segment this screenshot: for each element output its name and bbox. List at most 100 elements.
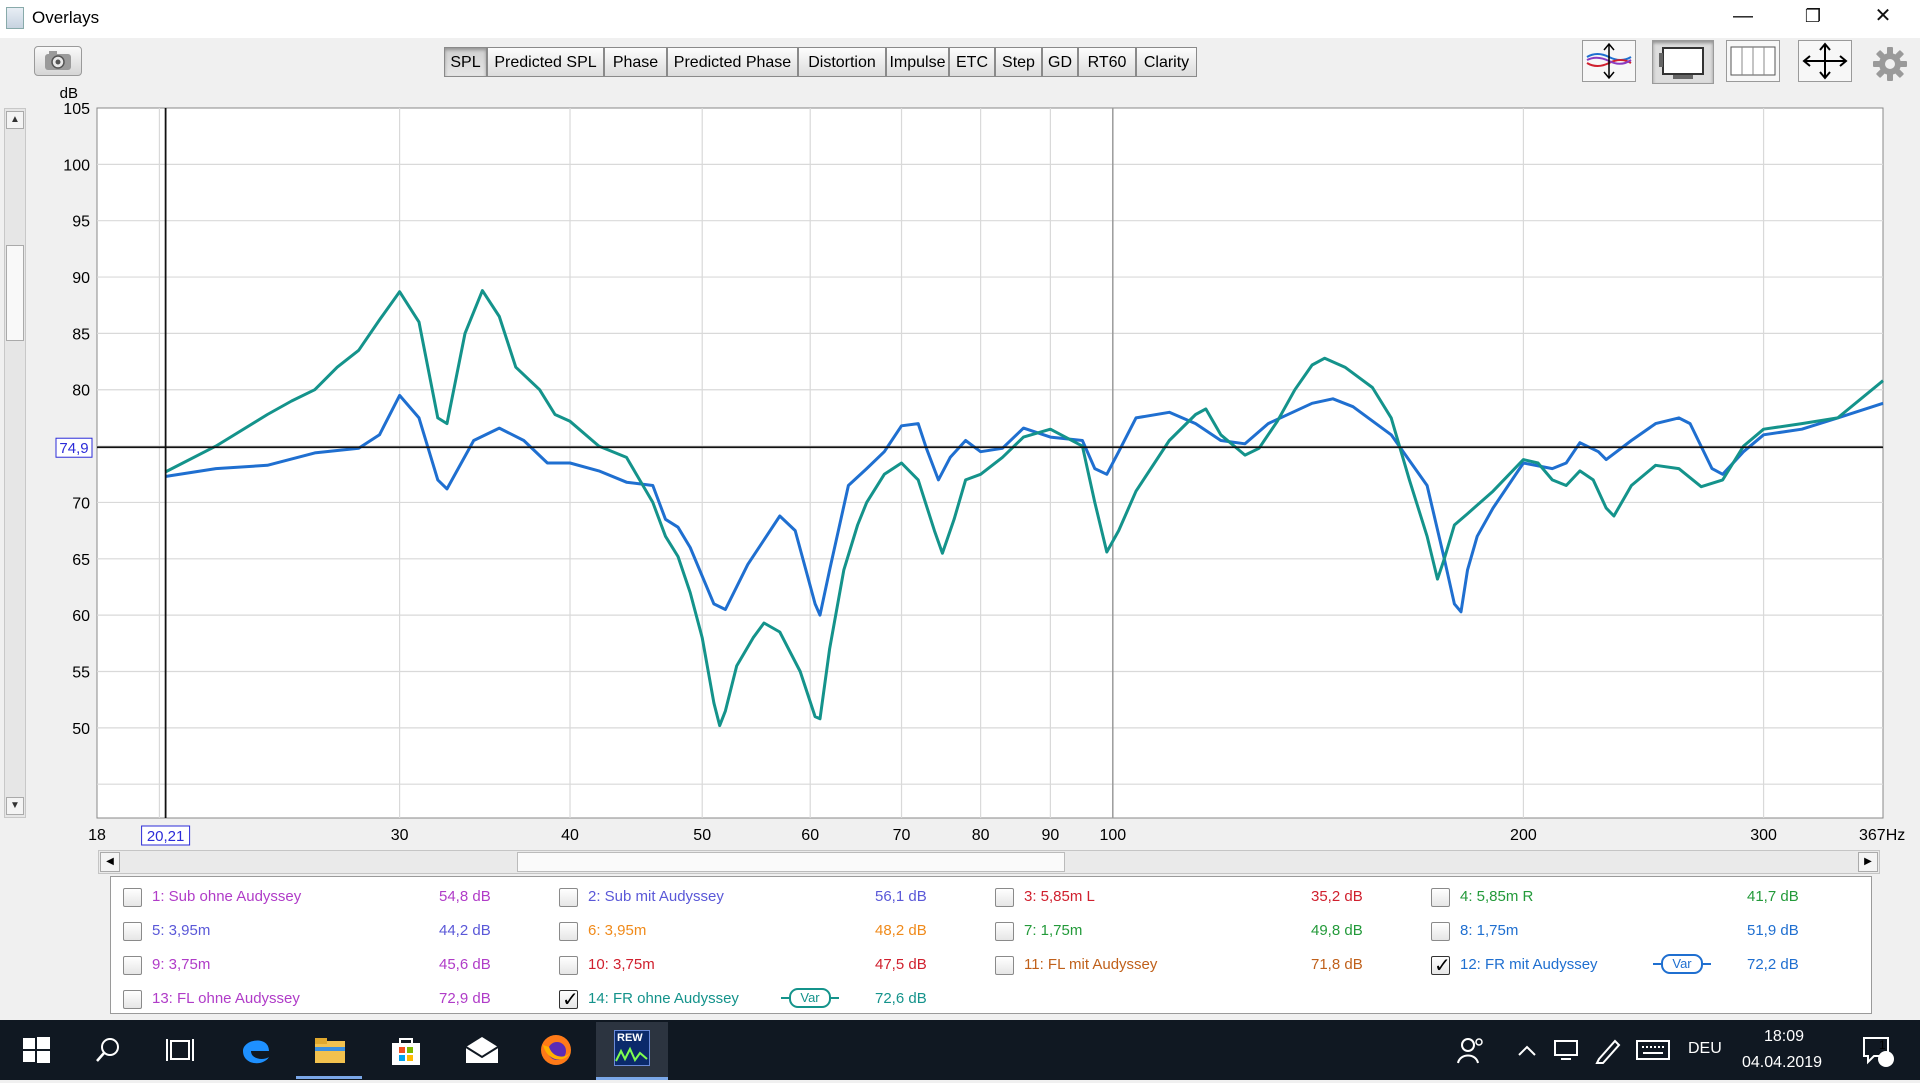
mail-button[interactable]	[452, 1026, 512, 1074]
x-tick-label: 70	[893, 827, 911, 844]
keyboard-button[interactable]	[1630, 1026, 1676, 1074]
legend-checkbox[interactable]	[1431, 888, 1450, 907]
legend-item[interactable]: 9: 3,75m 45,6 dB	[117, 951, 547, 981]
language-indicator[interactable]: DEU	[1688, 1040, 1722, 1058]
rew-taskbar-button[interactable]: REW	[596, 1022, 668, 1080]
legend-checkbox[interactable]	[1431, 922, 1450, 941]
rew-wave-icon	[615, 1046, 648, 1062]
action-center-button[interactable]: 1	[1852, 1026, 1902, 1074]
x-tick-label: 80	[972, 827, 990, 844]
legend-label: 9: 3,75m	[152, 956, 211, 973]
variation-button[interactable]: Var	[1653, 954, 1711, 974]
mail-icon	[465, 1037, 499, 1063]
task-view-button[interactable]	[150, 1026, 210, 1074]
legend-checkbox[interactable]	[995, 922, 1014, 941]
pen-button[interactable]	[1590, 1026, 1626, 1074]
legend-checkbox[interactable]	[123, 990, 142, 1009]
file-explorer-button[interactable]	[300, 1026, 360, 1074]
legend-item[interactable]: ✓ 14: FR ohne Audyssey Var 72,6 dB	[553, 985, 983, 1015]
x-tick-label: 100	[1099, 827, 1126, 844]
y-tick-label: 95	[72, 214, 90, 231]
legend-item[interactable]: 13: FL ohne Audyssey 72,9 dB	[117, 985, 547, 1015]
checkmark-icon: ✓	[562, 987, 579, 1011]
y-tick-label: 90	[72, 270, 90, 287]
legend-label: 14: FR ohne Audyssey	[588, 990, 739, 1007]
edge-button[interactable]	[226, 1026, 286, 1074]
legend-item[interactable]: 7: 1,75m 49,8 dB	[989, 917, 1419, 947]
legend-value: 54,8 dB	[439, 888, 491, 905]
x-tick-label: 40	[561, 827, 579, 844]
y-tick-label: 100	[63, 157, 90, 174]
people-icon	[1457, 1038, 1483, 1064]
legend-checkbox[interactable]	[559, 888, 578, 907]
plot-area	[96, 107, 1884, 819]
legend-label: 5: 3,95m	[152, 922, 211, 939]
spl-graph[interactable]: 105 100 95 90 85 80 70 65 60 55 50 18 30 40 50 60 70 80 9…	[0, 0, 1920, 850]
rew-icon: REW	[614, 1030, 650, 1066]
firefox-button[interactable]	[526, 1026, 586, 1074]
clock-date[interactable]: 04.04.2019	[1742, 1054, 1822, 1072]
legend-item[interactable]: 8: 1,75m 51,9 dB	[1425, 917, 1855, 947]
legend-item[interactable]: 5: 3,95m 44,2 dB	[117, 917, 547, 947]
legend-item[interactable]: 11: FL mit Audyssey 71,8 dB	[989, 951, 1419, 981]
tray-expand-button[interactable]	[1512, 1026, 1542, 1074]
task-view-icon	[166, 1039, 194, 1061]
active-indicator	[296, 1076, 362, 1079]
network-icon	[1554, 1040, 1578, 1060]
legend-item[interactable]: 10: 3,75m 47,5 dB	[553, 951, 983, 981]
notification-icon	[1863, 1037, 1894, 1067]
chevron-up-icon	[1518, 1045, 1536, 1056]
legend-checkbox[interactable]: ✓	[1431, 953, 1451, 977]
cursor-x-label: 20,21	[147, 828, 185, 845]
legend-item[interactable]: 3: 5,85m L 35,2 dB	[989, 883, 1419, 913]
legend-value: 35,2 dB	[1311, 888, 1363, 905]
horizontal-scroll-thumb[interactable]	[517, 852, 1065, 872]
legend-label: 4: 5,85m R	[1460, 888, 1534, 905]
x-axis-ticks: 18 30 40 50 60 70 80 90 100 200 300 367Hz	[88, 827, 1905, 844]
legend-label: 11: FL mit Audyssey	[1024, 956, 1158, 973]
y-tick-label: 70	[72, 495, 90, 512]
y-tick-label: 105	[63, 101, 90, 118]
legend-checkbox[interactable]	[123, 956, 142, 975]
network-button[interactable]	[1548, 1026, 1584, 1074]
rew-icon-label: REW	[617, 1032, 643, 1044]
y-tick-label: 50	[72, 721, 90, 738]
firefox-icon	[541, 1035, 571, 1065]
legend-value: 56,1 dB	[875, 888, 927, 905]
people-button[interactable]	[1446, 1026, 1496, 1074]
legend-checkbox[interactable]	[559, 922, 578, 941]
horizontal-scrollbar[interactable]: ◀ ▶	[98, 850, 1880, 874]
legend-label: 12: FR mit Audyssey	[1460, 956, 1598, 973]
legend-checkbox[interactable]: ✓	[559, 987, 579, 1011]
cursor-y-label: 74,9	[59, 440, 88, 457]
legend-value: 72,2 dB	[1747, 956, 1799, 973]
legend-item[interactable]: 2: Sub mit Audyssey 56,1 dB	[553, 883, 983, 913]
clock-time[interactable]: 18:09	[1764, 1028, 1804, 1046]
x-tick-label: 60	[801, 827, 819, 844]
x-tick-label: 300	[1750, 827, 1777, 844]
x-tick-label: 30	[391, 827, 409, 844]
legend-value: 41,7 dB	[1747, 888, 1799, 905]
scroll-left-arrow[interactable]: ◀	[100, 852, 120, 872]
x-tick-label: 18	[88, 827, 106, 844]
legend-item[interactable]: 6: 3,95m 48,2 dB	[553, 917, 983, 947]
y-tick-label: 55	[72, 664, 90, 681]
folder-icon	[315, 1038, 345, 1063]
y-axis-ticks: 105 100 95 90 85 80 70 65 60 55 50	[63, 101, 90, 738]
search-button[interactable]	[78, 1026, 138, 1074]
legend-checkbox[interactable]	[559, 956, 578, 975]
legend-item[interactable]: 4: 5,85m R 41,7 dB	[1425, 883, 1855, 913]
legend-item[interactable]: 1: Sub ohne Audyssey 54,8 dB	[117, 883, 547, 913]
legend-checkbox[interactable]	[995, 888, 1014, 907]
store-button[interactable]	[376, 1026, 436, 1074]
legend-checkbox[interactable]	[123, 888, 142, 907]
legend-checkbox[interactable]	[123, 922, 142, 941]
legend-checkbox[interactable]	[995, 956, 1014, 975]
legend-item[interactable]: ✓ 12: FR mit Audyssey Var 72,2 dB	[1425, 951, 1855, 981]
scroll-right-arrow[interactable]: ▶	[1858, 852, 1878, 872]
legend-value: 49,8 dB	[1311, 922, 1363, 939]
notification-count: 1	[1879, 1038, 1886, 1052]
legend-label: 10: 3,75m	[588, 956, 655, 973]
start-button[interactable]	[6, 1026, 66, 1074]
variation-button[interactable]: Var	[781, 988, 839, 1008]
